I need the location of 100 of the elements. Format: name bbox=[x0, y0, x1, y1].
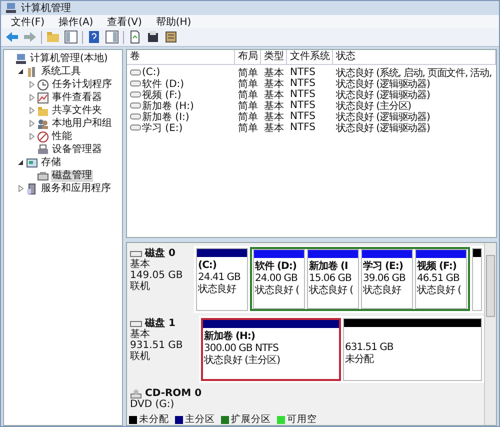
column-header[interactable]: 布局 bbox=[235, 50, 261, 64]
tree-item[interactable]: 系统工具 bbox=[40, 66, 82, 78]
disk-state: 联机 bbox=[130, 281, 151, 292]
tree-item[interactable]: 任务计划程序 bbox=[51, 78, 113, 90]
legend-label: 扩展分区 bbox=[231, 413, 271, 426]
legend-label: 可用空 bbox=[287, 413, 317, 426]
partition-status: 状态良好 (主分区) bbox=[204, 355, 281, 367]
partition-title: 视频 (F:) bbox=[417, 261, 458, 273]
tree-item[interactable]: 服务和应用程序 bbox=[40, 182, 112, 194]
column-header[interactable]: 状态 bbox=[333, 50, 496, 64]
properties-icon[interactable] bbox=[146, 30, 160, 44]
printer-icon bbox=[37, 144, 49, 156]
drive-icon bbox=[130, 124, 141, 131]
menu-item[interactable]: 操作(A) bbox=[58, 14, 94, 28]
table-cell-text: 状态良好 (逻辑驱动器) bbox=[335, 122, 431, 134]
partition-size: 300.00 GB NTFS bbox=[204, 343, 280, 354]
partition-title: 新加卷 (H:) bbox=[204, 331, 256, 343]
table-cell-text: 简单 bbox=[237, 66, 259, 78]
column-header[interactable]: 类型 bbox=[261, 50, 287, 64]
table-cell-text: 软件 (D:) bbox=[142, 78, 184, 90]
table-cell-text: 基本 bbox=[263, 121, 285, 134]
table-cell-text: 新加卷 (I:) bbox=[142, 110, 190, 122]
hard-drive-icon bbox=[130, 250, 142, 258]
table-cell-text: 状态良好 (系统, 启动, 页面文件, 活动, bbox=[335, 66, 493, 78]
partition[interactable]: 631.51 GB 未分配 bbox=[343, 318, 482, 381]
table-cell-text: 基本 bbox=[263, 88, 285, 100]
menu-item[interactable]: 查看(V) bbox=[107, 14, 142, 28]
partition-size: 631.51 GB bbox=[345, 342, 394, 354]
tree-item[interactable]: 计算机管理(本地) bbox=[29, 52, 109, 64]
partition[interactable]: 新加卷 (H:) 300.00 GB NTFS 状态良好 (主分区) bbox=[201, 318, 341, 381]
menu-item[interactable]: 帮助(H) bbox=[156, 14, 192, 28]
collapsed-arrow-icon[interactable] bbox=[17, 185, 24, 192]
partition-size: 46.51 GB bbox=[417, 273, 460, 284]
hard-drive-icon bbox=[130, 320, 142, 328]
table-cell-text: 新加卷 (H:) bbox=[142, 100, 194, 112]
column-header[interactable]: 卷 bbox=[127, 50, 235, 64]
panel-icon[interactable] bbox=[64, 30, 78, 44]
table-cell-text: NTFS bbox=[289, 67, 317, 78]
partition-status: 状态良好 ( bbox=[255, 285, 300, 297]
partition-title: 新加卷 (I bbox=[309, 261, 349, 273]
collapsed-arrow-icon[interactable] bbox=[28, 81, 35, 88]
table-cell-text: 基本 bbox=[263, 77, 285, 90]
table-cell-text: NTFS bbox=[289, 100, 317, 111]
table-cell-text: 简单 bbox=[237, 88, 259, 100]
storage-icon bbox=[26, 156, 38, 168]
partition-title: (C:) bbox=[198, 260, 218, 272]
table-cell-text: 学习 (E:) bbox=[142, 121, 183, 134]
column-header[interactable]: 文件系统 bbox=[287, 50, 333, 64]
partition-size: 24.41 GB bbox=[198, 272, 242, 284]
chart-icon bbox=[37, 92, 49, 104]
partition-title: 软件 (D:) bbox=[255, 261, 298, 273]
table-cell-text: 状态良好 (逻辑驱动器) bbox=[335, 78, 431, 90]
table-cell-text: 视频 (F:) bbox=[142, 88, 182, 100]
table-cell-text: NTFS bbox=[289, 111, 317, 122]
table-cell-text: 状态良好 (逻辑驱动器) bbox=[335, 110, 431, 122]
table-cell-text: 简单 bbox=[237, 77, 259, 90]
tree-item[interactable]: 磁盘管理 bbox=[51, 170, 93, 182]
disk-name: 磁盘 0 bbox=[145, 248, 176, 259]
drive-icon bbox=[130, 91, 141, 98]
collapsed-arrow-icon[interactable] bbox=[28, 120, 35, 127]
table-cell-text: 基本 bbox=[263, 66, 285, 78]
table-cell-text: NTFS bbox=[289, 122, 317, 133]
scrollbar[interactable] bbox=[484, 243, 496, 425]
partition-status: 状态良好 ( bbox=[417, 285, 462, 297]
expanded-arrow-icon[interactable] bbox=[17, 68, 24, 75]
menu-item[interactable]: 文件(F) bbox=[11, 14, 45, 28]
tree-item[interactable]: 存储 bbox=[40, 156, 62, 168]
extended-partition[interactable]: 软件 (D:) 24.00 GB 状态良好 ( 新加卷 (I 15.06 GB 状态良好 ( 学习 (E:) 39.06 GB 状态良好 视频 (F:) 46.51 GB 状态良好 ( bbox=[250, 247, 470, 311]
tree-item[interactable]: 事件查看器 bbox=[51, 92, 103, 104]
collapsed-arrow-icon[interactable] bbox=[28, 107, 35, 114]
window-title: 计算机管理 bbox=[21, 2, 71, 15]
collapsed-arrow-icon[interactable] bbox=[28, 94, 35, 101]
document-icon[interactable] bbox=[164, 30, 178, 44]
hard-drive-icon bbox=[37, 170, 49, 182]
partition[interactable]: 软件 (D:) 24.00 GB 状态良好 ( bbox=[253, 249, 305, 309]
gauge-icon bbox=[37, 130, 49, 142]
disk-state: 联机 bbox=[130, 351, 151, 362]
partition[interactable] bbox=[472, 248, 482, 311]
partition[interactable]: (C:) 24.41 GB 状态良好 bbox=[196, 248, 248, 311]
tree-item[interactable]: 设备管理器 bbox=[51, 144, 103, 156]
partition-size: 24.00 GB bbox=[255, 273, 298, 284]
panel-icon[interactable] bbox=[105, 30, 119, 44]
disk-name: 磁盘 1 bbox=[145, 318, 176, 329]
back-arrow-icon[interactable] bbox=[5, 30, 19, 44]
tree-item[interactable]: 共享文件夹 bbox=[51, 104, 103, 116]
partition-status: 状态良好 bbox=[363, 285, 402, 297]
partition-status: 未分配 bbox=[345, 354, 375, 366]
help-icon[interactable] bbox=[87, 30, 101, 44]
tree-item[interactable]: 性能 bbox=[51, 130, 73, 142]
forward-arrow-icon[interactable] bbox=[23, 30, 37, 44]
tree-item[interactable]: 本地用户和组 bbox=[51, 118, 113, 130]
collapsed-arrow-icon[interactable] bbox=[28, 133, 35, 140]
clock-icon bbox=[37, 78, 49, 90]
document-icon[interactable] bbox=[128, 30, 142, 44]
partition-size: 15.06 GB bbox=[309, 273, 352, 284]
partition[interactable]: 视频 (F:) 46.51 GB 状态良好 ( bbox=[415, 249, 467, 309]
partition[interactable]: 学习 (E:) 39.06 GB 状态良好 bbox=[361, 249, 413, 309]
partition-status: 状态良好 bbox=[198, 284, 238, 296]
partition[interactable]: 新加卷 (I 15.06 GB 状态良好 ( bbox=[307, 249, 359, 309]
expanded-arrow-icon[interactable] bbox=[17, 159, 24, 166]
